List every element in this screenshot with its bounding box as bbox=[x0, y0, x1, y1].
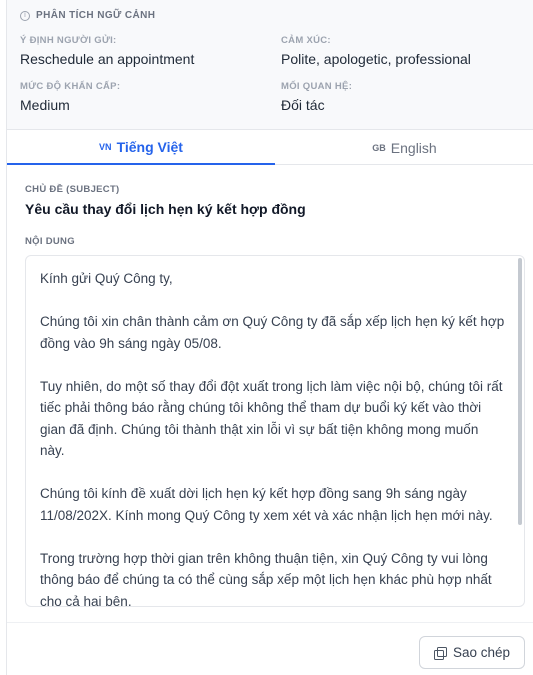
relationship-label: MỐI QUAN HỆ: bbox=[281, 81, 353, 92]
footer-divider bbox=[7, 622, 533, 623]
sender-intent-label: Ý ĐỊNH NGƯỜI GỬI: bbox=[20, 35, 117, 46]
context-analysis-header: i PHÂN TÍCH NGỮ CẢNH bbox=[20, 10, 155, 21]
language-tabs: VN Tiếng Việt GB English bbox=[7, 130, 533, 165]
relationship-value: Đối tác bbox=[281, 97, 325, 113]
content-paragraph: Trong trường hợp thời gian trên không th… bbox=[40, 550, 492, 607]
sender-intent-field: Ý ĐỊNH NGƯỜI GỬI: Reschedule an appointm… bbox=[20, 35, 194, 67]
subject-value: Yêu cầu thay đổi lịch hẹn ký kết hợp đồn… bbox=[25, 201, 306, 217]
content-box[interactable]: Kính gửi Quý Công ty, Chúng tôi xin chân… bbox=[25, 255, 525, 607]
content-paragraph: Tuy nhiên, do một số thay đổi đột xuất t… bbox=[40, 378, 503, 459]
vn-flag-icon: VN bbox=[99, 141, 112, 152]
tab-english-label: English bbox=[390, 139, 437, 156]
emotion-value: Polite, apologetic, professional bbox=[281, 51, 471, 67]
relationship-field: MỐI QUAN HỆ: Đối tác bbox=[281, 81, 352, 113]
content-label: NỘI DUNG bbox=[25, 236, 75, 247]
copy-icon bbox=[433, 646, 447, 660]
context-analysis-title: PHÂN TÍCH NGỮ CẢNH bbox=[36, 10, 156, 21]
content-paragraph: Chúng tôi xin chân thành cảm ơn Quý Công… bbox=[40, 314, 505, 351]
tab-english[interactable]: GB English bbox=[275, 130, 533, 165]
copy-button-label: Sao chép bbox=[452, 645, 511, 660]
content-text: Kính gửi Quý Công ty, Chúng tôi xin chân… bbox=[40, 268, 506, 607]
urgency-value: Medium bbox=[20, 97, 70, 113]
content-scrollbar[interactable] bbox=[518, 258, 522, 525]
urgency-label: MỨC ĐỘ KHẨN CẤP: bbox=[20, 81, 121, 92]
context-analysis-section: i PHÂN TÍCH NGỮ CẢNH Ý ĐỊNH NGƯỜI GỬI: R… bbox=[7, 0, 533, 130]
tab-vietnamese-label: Tiếng Việt bbox=[116, 138, 183, 155]
gb-flag-icon: GB bbox=[372, 142, 386, 153]
copy-button[interactable]: Sao chép bbox=[419, 636, 525, 669]
content-paragraph: Chúng tôi kính đề xuất dời lịch hẹn ký k… bbox=[40, 486, 493, 523]
content-paragraph: Kính gửi Quý Công ty, bbox=[40, 271, 173, 286]
emotion-label: CẢM XÚC: bbox=[281, 35, 331, 46]
translation-panel: i PHÂN TÍCH NGỮ CẢNH Ý ĐỊNH NGƯỜI GỬI: R… bbox=[6, 0, 533, 675]
sender-intent-value: Reschedule an appointment bbox=[20, 51, 195, 67]
urgency-field: MỨC ĐỘ KHẨN CẤP: Medium bbox=[20, 81, 120, 113]
emotion-field: CẢM XÚC: Polite, apologetic, professiona… bbox=[281, 35, 471, 67]
tab-vietnamese[interactable]: VN Tiếng Việt bbox=[7, 130, 275, 165]
subject-label: CHỦ ĐỀ (SUBJECT) bbox=[25, 184, 120, 195]
info-icon: i bbox=[20, 10, 30, 21]
